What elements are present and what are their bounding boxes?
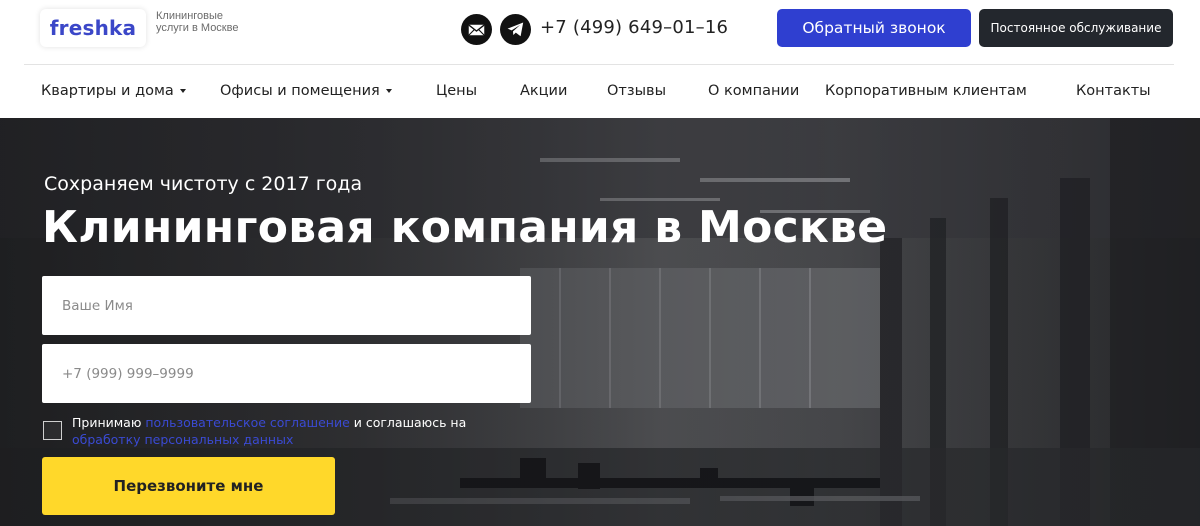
telegram-icon[interactable] bbox=[500, 14, 531, 45]
nav-item-label: О компании bbox=[708, 83, 800, 99]
phone-number[interactable]: +7 (499) 649–01–16 bbox=[540, 17, 728, 38]
nav-item-prices[interactable]: Цены bbox=[436, 83, 477, 99]
caret-down-icon bbox=[179, 89, 186, 93]
logo-tagline: Клининговые услуги в Москве bbox=[156, 10, 239, 34]
nav-item-label: Офисы и помещения bbox=[220, 83, 380, 99]
personal-data-link[interactable]: обработку персональных данных bbox=[72, 432, 293, 447]
phone-input[interactable] bbox=[42, 344, 531, 403]
paper-plane-glyph bbox=[507, 22, 524, 37]
nav-item-label: Контакты bbox=[1076, 83, 1151, 99]
nav-item-label: Отзывы bbox=[607, 83, 667, 99]
site-header: freshka Клининговые услуги в Москве +7 (… bbox=[0, 0, 1200, 64]
nav-item-apartments[interactable]: Квартиры и дома bbox=[41, 83, 186, 99]
consent-checkbox[interactable] bbox=[43, 421, 62, 440]
nav-item-about[interactable]: О компании bbox=[708, 83, 799, 99]
logo[interactable]: freshka bbox=[40, 9, 146, 47]
consent-middle: и соглашаюсь на bbox=[349, 415, 467, 430]
nav-item-label: Акции bbox=[520, 83, 568, 99]
nav-item-contacts[interactable]: Контакты bbox=[1076, 83, 1151, 99]
nav-item-reviews[interactable]: Отзывы bbox=[607, 83, 666, 99]
nav-item-corporate[interactable]: Корпоративным клиентам bbox=[825, 83, 1027, 99]
email-icon[interactable] bbox=[461, 14, 492, 45]
hero-section: Сохраняем чистоту с 2017 года Клинингова… bbox=[0, 118, 1200, 526]
nav-item-promotions[interactable]: Акции bbox=[520, 83, 567, 99]
main-nav: Квартиры и дома Офисы и помещения Цены А… bbox=[0, 65, 1200, 118]
nav-item-label: Цены bbox=[436, 83, 478, 99]
consent-prefix: Принимаю bbox=[72, 415, 146, 430]
caret-down-icon bbox=[385, 89, 392, 93]
service-button[interactable]: Постоянное обслуживание bbox=[979, 9, 1173, 47]
envelope-glyph bbox=[468, 24, 485, 35]
hero-title: Клининговая компания в Москве bbox=[42, 202, 888, 253]
callback-button[interactable]: Обратный звонок bbox=[777, 9, 971, 47]
user-agreement-link[interactable]: пользовательское соглашение bbox=[145, 415, 349, 430]
nav-item-label: Корпоративным клиентам bbox=[825, 83, 1027, 99]
logo-text[interactable]: freshka bbox=[50, 16, 136, 40]
nav-item-offices[interactable]: Офисы и помещения bbox=[220, 83, 392, 99]
hero-subtitle: Сохраняем чистоту с 2017 года bbox=[44, 173, 363, 195]
nav-item-label: Квартиры и дома bbox=[41, 83, 174, 99]
consent-text: Принимаю пользовательское соглашение и с… bbox=[72, 414, 492, 448]
callback-submit-button[interactable]: Перезвоните мне bbox=[42, 457, 335, 515]
name-input[interactable] bbox=[42, 276, 531, 335]
